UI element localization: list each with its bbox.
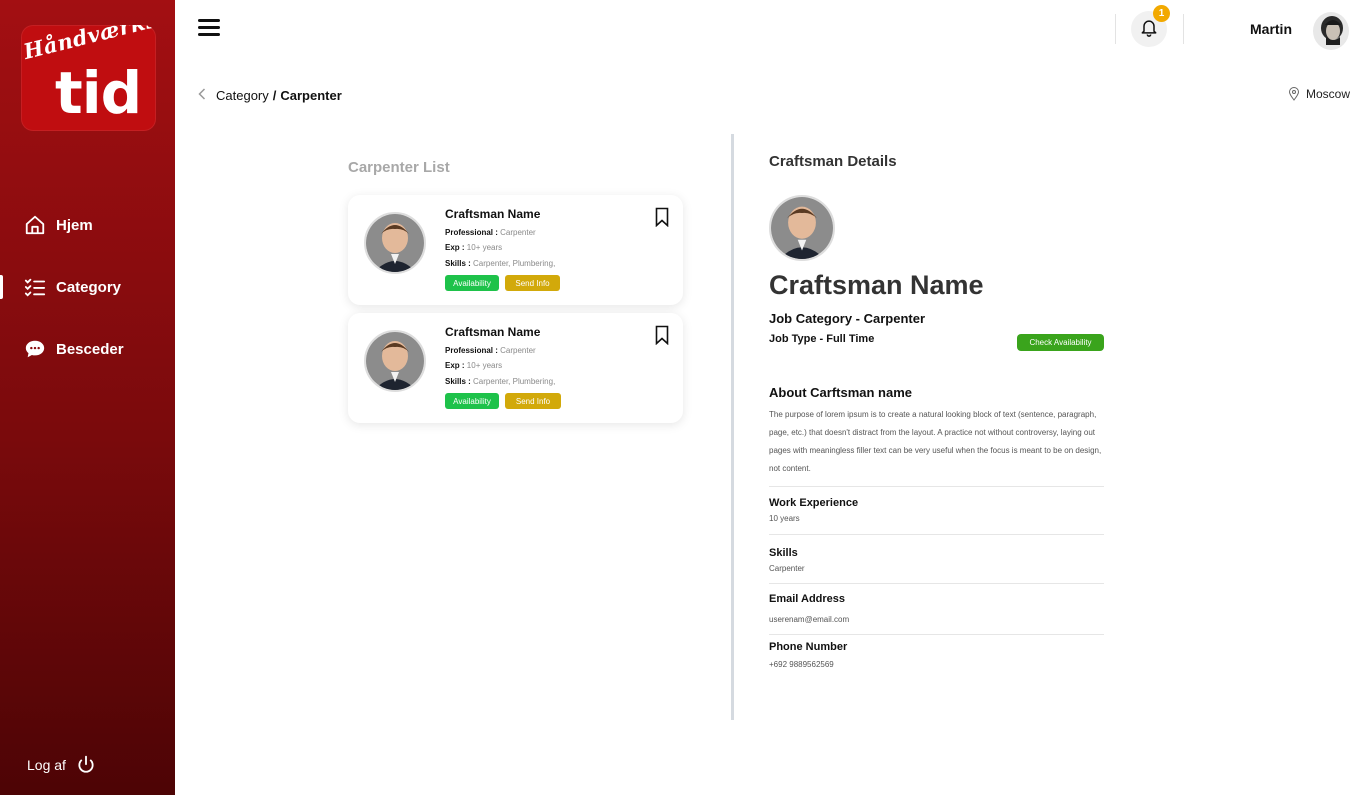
send-info-button[interactable]: Send Info	[505, 393, 561, 409]
details-title: Craftsman Details	[769, 153, 897, 170]
send-info-button[interactable]: Send Info	[505, 275, 560, 291]
availability-button[interactable]: Availability	[445, 275, 499, 291]
field-divider	[769, 583, 1104, 584]
about-title: About Carftsman name	[769, 385, 913, 400]
field-label: Work Experience	[769, 497, 859, 509]
location-pin-icon	[1288, 87, 1300, 101]
field-value: userenam@email.com	[769, 615, 850, 624]
craftsman-skills: Skills : Carpenter, Plumbering,	[445, 377, 556, 386]
sidebar-item-hjem[interactable]: Hjem	[0, 205, 175, 245]
craftsman-card[interactable]: Craftsman Name Professional : Carpenter …	[348, 195, 683, 305]
list-title: Carpenter List	[348, 159, 450, 176]
craftsman-name: Craftsman Name	[445, 207, 541, 221]
brand-logo-big: tid	[55, 59, 142, 127]
brand-logo[interactable]: Håndværks tid	[21, 25, 156, 131]
field-label: Phone Number	[769, 641, 848, 653]
field-value: +692 9889562569	[769, 660, 834, 669]
craftsman-skills: Skills : Carpenter, Plumbering,	[445, 259, 556, 268]
sidebar-item-label: Category	[56, 278, 122, 296]
checklist-icon	[24, 276, 46, 298]
home-icon	[24, 214, 46, 236]
back-chevron-icon[interactable]	[198, 88, 208, 103]
user-avatar[interactable]	[1313, 12, 1349, 50]
sidebar: Håndværks tid Hjem Category Besceder Log…	[0, 0, 175, 795]
field-value: 10 years	[769, 514, 800, 523]
header-divider	[1183, 14, 1184, 44]
hamburger-menu-icon[interactable]	[198, 19, 220, 39]
details-job-type: Job Type - Full Time	[769, 333, 875, 345]
sidebar-item-label: Besceder	[56, 340, 124, 358]
power-icon	[76, 754, 96, 776]
notification-badge: 1	[1153, 5, 1170, 22]
craftsman-name: Craftsman Name	[445, 325, 541, 339]
craftsman-professional: Professional : Carpenter	[445, 228, 536, 237]
panel-divider	[731, 134, 734, 720]
details-avatar	[769, 195, 835, 261]
craftsman-avatar	[364, 330, 426, 392]
craftsman-professional: Professional : Carpenter	[445, 346, 536, 355]
field-label: Email Address	[769, 593, 846, 605]
details-job-category: Job Category - Carpenter	[769, 311, 926, 326]
logout-button[interactable]: Log af	[27, 754, 96, 776]
craftsman-avatar	[364, 212, 426, 274]
field-value: Carpenter	[769, 564, 805, 573]
sidebar-item-category[interactable]: Category	[0, 267, 175, 307]
logout-label: Log af	[27, 757, 66, 773]
breadcrumb-current: Carpenter	[280, 88, 342, 103]
check-availability-button[interactable]: Check Availability	[1017, 334, 1104, 351]
field-label: Skills	[769, 547, 798, 559]
craftsman-exp: Exp : 10+ years	[445, 361, 503, 370]
sidebar-nav: Hjem Category Besceder	[0, 205, 175, 391]
sidebar-item-label: Hjem	[56, 216, 93, 234]
craftsman-exp: Exp : 10+ years	[445, 243, 503, 252]
craftsman-card[interactable]: Craftsman Name Professional : Carpenter …	[348, 313, 683, 423]
breadcrumb-parent[interactable]: Category	[216, 88, 269, 103]
field-divider	[769, 534, 1104, 535]
about-text: The purpose of lorem ipsum is to create …	[769, 410, 1102, 473]
field-divider	[769, 486, 1104, 487]
breadcrumb-separator: /	[272, 88, 277, 103]
field-divider	[769, 634, 1104, 635]
sidebar-item-besceder[interactable]: Besceder	[0, 329, 175, 369]
location-label: Moscow	[1306, 87, 1351, 101]
user-name: Martin	[1250, 21, 1292, 37]
bookmark-icon[interactable]	[655, 207, 669, 228]
details-name: Craftsman Name	[769, 270, 984, 300]
bookmark-icon[interactable]	[655, 325, 669, 346]
availability-button[interactable]: Availability	[445, 393, 499, 409]
location-indicator[interactable]: Moscow	[1288, 87, 1350, 101]
chat-icon	[24, 338, 46, 360]
breadcrumb: Category / Carpenter	[198, 88, 342, 103]
header-divider	[1115, 14, 1116, 44]
